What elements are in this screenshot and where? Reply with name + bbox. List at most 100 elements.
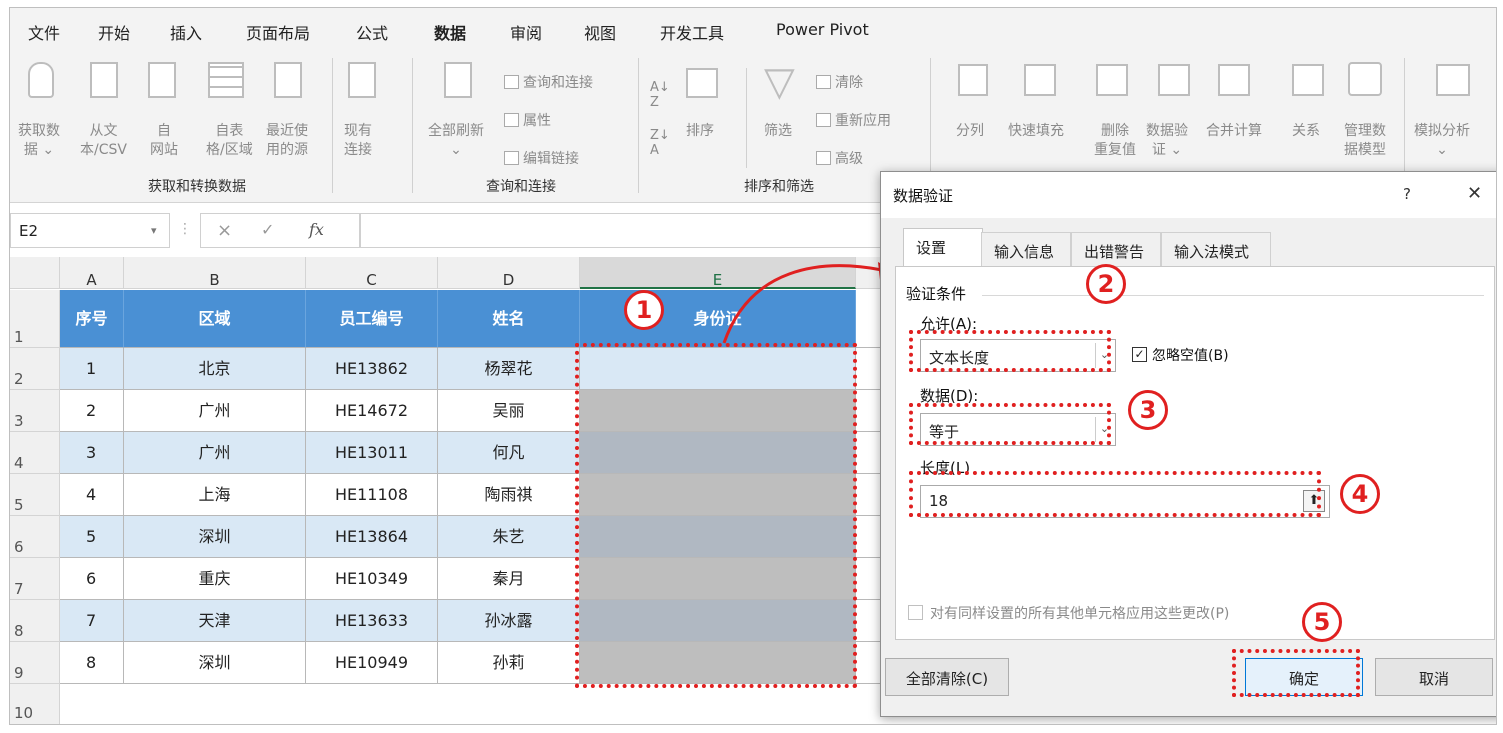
- properties-button[interactable]: 属性: [504, 110, 551, 130]
- table-cell[interactable]: 秦月: [438, 558, 580, 600]
- row-header[interactable]: 3: [10, 390, 60, 432]
- existing-connections-button[interactable]: 现有 连接: [344, 122, 372, 160]
- tab-file[interactable]: 文件: [28, 20, 60, 44]
- clear-all-button[interactable]: 全部清除(C): [885, 658, 1009, 696]
- consolidate-button[interactable]: 合并计算: [1206, 122, 1262, 141]
- flash-fill-button[interactable]: 快速填充: [1008, 122, 1064, 141]
- insert-function-icon[interactable]: fx: [309, 220, 324, 239]
- table-cell[interactable]: HE10349: [306, 558, 438, 600]
- tab-developer[interactable]: 开发工具: [660, 20, 724, 44]
- tab-formulas[interactable]: 公式: [356, 20, 388, 44]
- table-cell[interactable]: 6: [60, 558, 124, 600]
- select-all-corner[interactable]: [10, 257, 60, 289]
- tab-view[interactable]: 视图: [584, 20, 616, 44]
- text-to-columns-button[interactable]: 分列: [956, 122, 984, 141]
- row-header[interactable]: 8: [10, 600, 60, 642]
- table-cell[interactable]: 杨翠花: [438, 348, 580, 390]
- ignore-blank-checkbox[interactable]: ✓: [1132, 347, 1147, 362]
- table-cell[interactable]: 8: [60, 642, 124, 684]
- reapply-button[interactable]: 重新应用: [816, 110, 891, 130]
- header-cell[interactable]: 区域: [124, 290, 306, 348]
- relationships-button[interactable]: 关系: [1292, 122, 1320, 141]
- column-header-b[interactable]: B: [124, 257, 306, 289]
- table-cell[interactable]: 5: [60, 516, 124, 558]
- header-cell[interactable]: 序号: [60, 290, 124, 348]
- data-validation-button[interactable]: 数据验证 ⌄: [1146, 122, 1188, 160]
- sort-az-icon[interactable]: A↓ Z: [650, 80, 670, 110]
- queries-connections-button[interactable]: 查询和连接: [504, 72, 593, 92]
- tab-input-message[interactable]: 输入信息: [981, 232, 1071, 266]
- table-cell[interactable]: 重庆: [124, 558, 306, 600]
- table-cell[interactable]: HE13011: [306, 432, 438, 474]
- table-cell[interactable]: 陶雨祺: [438, 474, 580, 516]
- cancel-button[interactable]: 取消: [1375, 658, 1493, 696]
- refresh-all-button[interactable]: 全部刷新 ⌄: [428, 122, 484, 160]
- table-cell[interactable]: 广州: [124, 390, 306, 432]
- table-cell[interactable]: 深圳: [124, 516, 306, 558]
- tab-review[interactable]: 审阅: [510, 20, 542, 44]
- table-cell[interactable]: 北京: [124, 348, 306, 390]
- row-header[interactable]: 10: [10, 684, 60, 724]
- table-cell[interactable]: HE10949: [306, 642, 438, 684]
- row-header[interactable]: 5: [10, 474, 60, 516]
- table-cell[interactable]: 7: [60, 600, 124, 642]
- table-cell[interactable]: HE11108: [306, 474, 438, 516]
- header-cell[interactable]: 姓名: [438, 290, 580, 348]
- from-table-button[interactable]: 自表 格/区域: [206, 122, 253, 160]
- tab-power-pivot[interactable]: Power Pivot: [776, 20, 869, 39]
- table-cell[interactable]: 何凡: [438, 432, 580, 474]
- filter-button[interactable]: 筛选: [764, 122, 792, 141]
- table-cell[interactable]: 2: [60, 390, 124, 432]
- table-cell[interactable]: 深圳: [124, 642, 306, 684]
- header-cell[interactable]: 员工编号: [306, 290, 438, 348]
- tab-insert[interactable]: 插入: [170, 20, 202, 44]
- table-cell[interactable]: 4: [60, 474, 124, 516]
- advanced-filter-button[interactable]: 高级: [816, 148, 863, 168]
- column-header-d[interactable]: D: [438, 257, 580, 289]
- manage-data-model-button[interactable]: 管理数 据模型: [1344, 122, 1386, 160]
- apply-all-checkbox[interactable]: [908, 605, 923, 620]
- recent-sources-button[interactable]: 最近使 用的源: [266, 122, 308, 160]
- get-data-button[interactable]: 获取数据 ⌄: [18, 122, 60, 160]
- table-cell[interactable]: 吴丽: [438, 390, 580, 432]
- remove-duplicates-button[interactable]: 删除 重复值: [1094, 122, 1136, 160]
- column-header-a[interactable]: A: [60, 257, 124, 289]
- close-icon[interactable]: ✕: [1467, 183, 1482, 204]
- from-web-button[interactable]: 自网站: [150, 122, 178, 160]
- table-cell[interactable]: 天津: [124, 600, 306, 642]
- from-text-csv-button[interactable]: 从文 本/CSV: [80, 122, 127, 160]
- sort-za-icon[interactable]: Z↓ A: [650, 128, 670, 158]
- table-cell[interactable]: 孙冰露: [438, 600, 580, 642]
- row-header[interactable]: 9: [10, 642, 60, 684]
- table-cell[interactable]: HE13864: [306, 516, 438, 558]
- row-header[interactable]: 2: [10, 348, 60, 390]
- name-box[interactable]: E2 ▾: [10, 213, 170, 248]
- table-cell[interactable]: 朱艺: [438, 516, 580, 558]
- table-cell[interactable]: 3: [60, 432, 124, 474]
- table-cell[interactable]: HE13862: [306, 348, 438, 390]
- tab-data[interactable]: 数据: [434, 20, 467, 52]
- table-cell[interactable]: HE14672: [306, 390, 438, 432]
- clear-filter-button[interactable]: 清除: [816, 72, 863, 92]
- table-cell[interactable]: HE13633: [306, 600, 438, 642]
- row-header[interactable]: 1: [10, 290, 60, 348]
- what-if-analysis-button[interactable]: 模拟分析 ⌄: [1414, 122, 1470, 160]
- tab-home[interactable]: 开始: [98, 20, 130, 44]
- row-header[interactable]: 4: [10, 432, 60, 474]
- column-header-c[interactable]: C: [306, 257, 438, 289]
- table-cell[interactable]: 上海: [124, 474, 306, 516]
- row-header[interactable]: 7: [10, 558, 60, 600]
- enter-icon[interactable]: ✓: [261, 220, 274, 239]
- tab-page-layout[interactable]: 页面布局: [246, 20, 310, 44]
- sort-button[interactable]: 排序: [686, 122, 714, 141]
- table-cell[interactable]: 孙莉: [438, 642, 580, 684]
- help-icon[interactable]: ?: [1403, 185, 1411, 203]
- row-header[interactable]: 6: [10, 516, 60, 558]
- cancel-icon[interactable]: ×: [217, 220, 232, 241]
- table-cell[interactable]: 1: [60, 348, 124, 390]
- edit-links-button[interactable]: 编辑链接: [504, 148, 579, 168]
- table-cell[interactable]: 广州: [124, 432, 306, 474]
- tab-error-alert[interactable]: 出错警告: [1071, 232, 1161, 266]
- chevron-down-icon[interactable]: ▾: [151, 224, 157, 237]
- tab-ime-mode[interactable]: 输入法模式: [1161, 232, 1271, 266]
